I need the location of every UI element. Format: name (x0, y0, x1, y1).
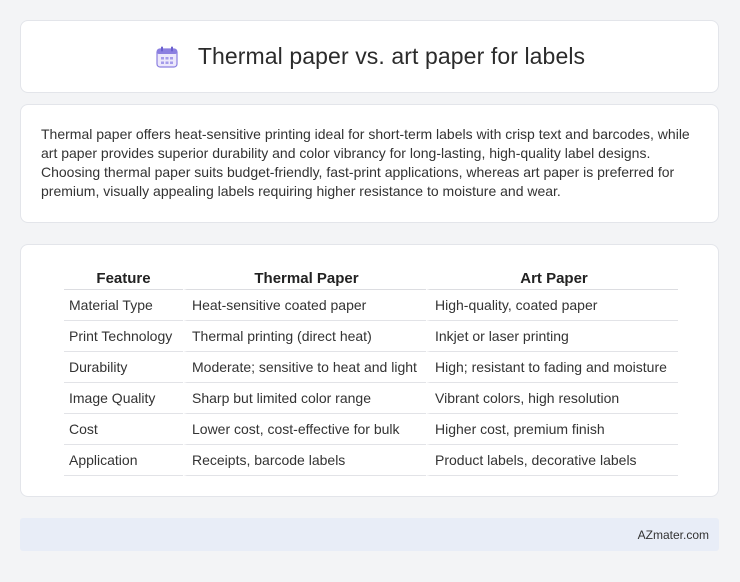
table-header-row: Feature Thermal Paper Art Paper (64, 265, 678, 290)
page-title: Thermal paper vs. art paper for labels (197, 43, 586, 69)
thermal-paper-cell: Lower cost, cost-effective for bulk (183, 414, 426, 445)
footer-bar: AZmater.com (20, 518, 719, 551)
table-row: Image Quality Sharp but limited color ra… (64, 383, 678, 414)
art-paper-cell: Product labels, decorative labels (426, 445, 678, 476)
title-row: Thermal paper vs. art paper for labels (154, 43, 585, 70)
art-paper-cell: Inkjet or laser printing (426, 321, 678, 352)
calendar-icon (154, 44, 180, 70)
table-row: Durability Moderate; sensitive to heat a… (64, 352, 678, 383)
feature-cell: Durability (64, 352, 183, 383)
thermal-paper-cell: Receipts, barcode labels (183, 445, 426, 476)
comparison-table: Feature Thermal Paper Art Paper Material… (64, 265, 678, 476)
intro-card: Thermal paper offers heat-sensitive prin… (20, 104, 719, 223)
thermal-paper-cell: Heat-sensitive coated paper (183, 290, 426, 321)
column-header-art-paper: Art Paper (426, 265, 678, 290)
title-card: Thermal paper vs. art paper for labels (20, 20, 719, 93)
feature-cell: Print Technology (64, 321, 183, 352)
feature-cell: Cost (64, 414, 183, 445)
table-row: Application Receipts, barcode labels Pro… (64, 445, 678, 476)
table-row: Cost Lower cost, cost-effective for bulk… (64, 414, 678, 445)
art-paper-cell: High-quality, coated paper (426, 290, 678, 321)
thermal-paper-cell: Moderate; sensitive to heat and light (183, 352, 426, 383)
art-paper-cell: High; resistant to fading and moisture (426, 352, 678, 383)
footer-brand: AZmater.com (637, 527, 709, 542)
art-paper-cell: Vibrant colors, high resolution (426, 383, 678, 414)
thermal-paper-cell: Thermal printing (direct heat) (183, 321, 426, 352)
intro-text: Thermal paper offers heat-sensitive prin… (41, 126, 690, 199)
table-row: Material Type Heat-sensitive coated pape… (64, 290, 678, 321)
table-row: Print Technology Thermal printing (direc… (64, 321, 678, 352)
art-paper-cell: Higher cost, premium finish (426, 414, 678, 445)
feature-cell: Image Quality (64, 383, 183, 414)
feature-cell: Material Type (64, 290, 183, 321)
column-header-feature: Feature (64, 265, 183, 290)
column-header-thermal-paper: Thermal Paper (183, 265, 426, 290)
comparison-card: Feature Thermal Paper Art Paper Material… (20, 244, 719, 497)
feature-cell: Application (64, 445, 183, 476)
thermal-paper-cell: Sharp but limited color range (183, 383, 426, 414)
